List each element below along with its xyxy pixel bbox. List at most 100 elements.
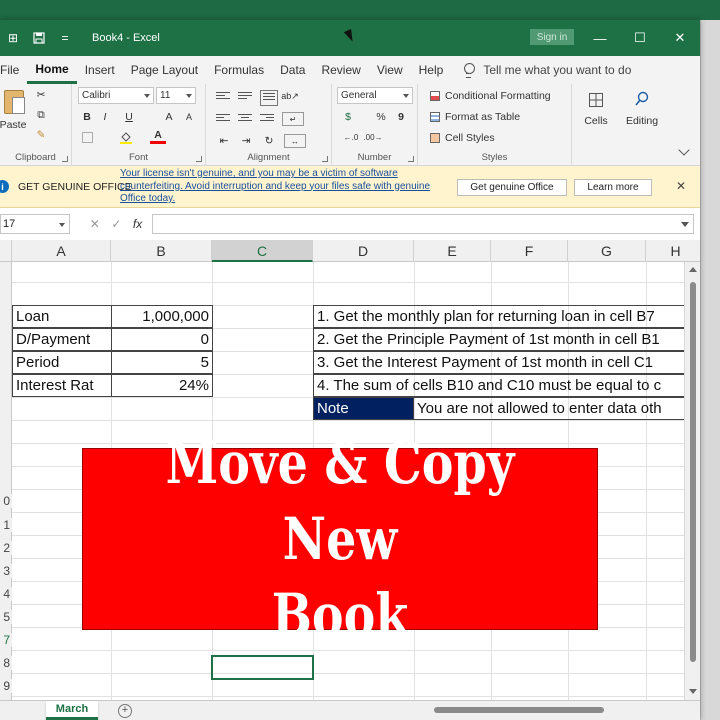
grow-font-button[interactable]: A — [162, 110, 176, 124]
tab-formulas[interactable]: Formulas — [206, 56, 272, 84]
column-header-b[interactable]: B — [111, 240, 212, 262]
minimize-button[interactable]: — — [580, 20, 620, 56]
tab-review[interactable]: Review — [313, 56, 368, 84]
tab-help[interactable]: Help — [411, 56, 452, 84]
currency-button[interactable]: $ — [340, 110, 356, 124]
paste-icon[interactable] — [4, 90, 25, 114]
editing-group[interactable]: Editing — [620, 84, 664, 166]
fill-color-icon[interactable] — [118, 130, 134, 144]
decrease-indent-icon[interactable]: ⇤ — [216, 134, 232, 148]
comma-button[interactable]: 9 — [394, 110, 408, 124]
cut-icon[interactable]: ✂ — [34, 88, 48, 102]
tab-page-layout[interactable]: Page Layout — [123, 56, 206, 84]
cell-b-period-value[interactable]: 5 — [111, 351, 213, 374]
cell-b-loan-value[interactable]: 1,000,000 — [111, 305, 213, 328]
column-header-h[interactable]: H — [646, 240, 700, 262]
formula-input[interactable] — [152, 214, 694, 234]
increase-decimal-icon[interactable]: ←.0 — [342, 130, 360, 144]
borders-icon[interactable] — [80, 130, 94, 144]
format-painter-icon[interactable]: ✎ — [34, 128, 48, 142]
conditional-formatting-button[interactable]: Conditional Formatting — [430, 89, 551, 103]
active-cell-c17[interactable] — [211, 655, 314, 680]
cell-a-loan-label[interactable]: Loan — [12, 305, 112, 328]
row-number[interactable]: 0 — [0, 494, 12, 508]
worksheet-grid[interactable]: A B C D E F G H 0 1 2 3 4 5 7 8 9 Loan 1… — [0, 240, 700, 700]
sign-in-button[interactable]: Sign in — [530, 29, 574, 45]
italic-button[interactable]: I — [98, 110, 112, 124]
close-notification-icon[interactable]: ✕ — [676, 179, 686, 193]
move-copy-banner[interactable]: Move & Copy New Book — [82, 429, 598, 649]
row-number[interactable]: 1 — [0, 518, 12, 532]
align-left-icon[interactable] — [216, 114, 230, 124]
expand-formula-icon[interactable] — [681, 222, 689, 227]
autosave-icon[interactable]: ⊞ — [0, 20, 26, 56]
bold-button[interactable]: B — [80, 110, 94, 124]
paste-button[interactable]: Paste — [0, 118, 26, 132]
notification-message[interactable]: Your license isn't genuine, and you may … — [120, 168, 440, 206]
cell-a-interest-label[interactable]: Interest Rat — [12, 374, 112, 397]
align-center-icon[interactable] — [238, 114, 252, 124]
save-icon[interactable] — [26, 20, 52, 56]
column-header-d[interactable]: D — [313, 240, 414, 262]
cell-styles-button[interactable]: Cell Styles — [430, 131, 495, 145]
tab-insert[interactable]: Insert — [77, 56, 123, 84]
vertical-scroll-thumb[interactable] — [690, 282, 696, 662]
wrap-text-icon[interactable]: ↵ — [282, 112, 304, 126]
format-as-table-button[interactable]: Format as Table — [430, 110, 520, 124]
row-number[interactable]: 9 — [0, 679, 12, 693]
cell-a-dpayment-label[interactable]: D/Payment — [12, 328, 112, 351]
row-number[interactable]: 4 — [0, 587, 12, 601]
vertical-scrollbar[interactable] — [684, 262, 700, 702]
cell-b-dpayment-value[interactable]: 0 — [111, 328, 213, 351]
tab-file[interactable]: File — [0, 56, 27, 84]
row-number[interactable]: 8 — [0, 656, 12, 670]
enter-icon[interactable]: ✓ — [111, 217, 121, 231]
column-header-e[interactable]: E — [414, 240, 491, 262]
column-header-a[interactable]: A — [12, 240, 111, 262]
decrease-decimal-icon[interactable]: .00→ — [363, 130, 382, 144]
instruction-2[interactable]: 2. Get the Principle Payment of 1st mont… — [313, 328, 685, 351]
insert-function-icon[interactable]: fx — [133, 217, 142, 231]
instruction-4[interactable]: 4. The sum of cells B10 and C10 must be … — [313, 374, 685, 397]
tab-home[interactable]: Home — [27, 56, 77, 84]
top-align-icon[interactable] — [216, 92, 230, 102]
close-button[interactable]: ✕ — [660, 20, 700, 56]
select-all-corner[interactable] — [0, 240, 12, 262]
tab-data[interactable]: Data — [272, 56, 313, 84]
column-header-g[interactable]: G — [568, 240, 646, 262]
note-label-cell[interactable]: Note — [313, 397, 414, 420]
orientation-icon[interactable]: ab↗ — [281, 88, 299, 104]
collapse-ribbon-icon[interactable] — [678, 144, 690, 156]
font-color-button[interactable]: A — [150, 128, 166, 144]
row-number[interactable]: 5 — [0, 610, 12, 624]
cancel-icon[interactable]: ✕ — [90, 217, 100, 231]
middle-align-icon[interactable] — [238, 92, 252, 102]
note-text-cell[interactable]: You are not allowed to enter data oth — [413, 397, 685, 420]
merge-center-icon[interactable]: ↔ — [284, 134, 306, 148]
number-format-combo[interactable]: General — [337, 87, 413, 104]
sheet-tab-march[interactable]: March — [46, 701, 98, 720]
increase-indent-icon[interactable]: ⇥ — [238, 134, 254, 148]
row-number[interactable]: 2 — [0, 541, 12, 555]
column-header-c[interactable]: C — [212, 240, 313, 262]
font-size-combo[interactable]: 11 — [156, 87, 196, 104]
customize-toolbar-icon[interactable]: = — [52, 20, 78, 56]
maximize-button[interactable]: ☐ — [620, 20, 660, 56]
bottom-align-icon[interactable] — [260, 90, 278, 106]
orientation-dropdown-icon[interactable]: ↻ — [260, 134, 278, 148]
instruction-1[interactable]: 1. Get the monthly plan for returning lo… — [313, 305, 685, 328]
alignment-launcher-icon[interactable] — [322, 156, 328, 162]
column-header-f[interactable]: F — [491, 240, 568, 262]
horizontal-scroll-thumb[interactable] — [434, 707, 604, 713]
learn-more-button[interactable]: Learn more — [574, 179, 652, 196]
name-box[interactable]: 17 — [0, 214, 70, 234]
font-launcher-icon[interactable] — [196, 156, 202, 162]
copy-icon[interactable]: ⧉ — [34, 108, 48, 122]
get-genuine-office-button[interactable]: Get genuine Office — [457, 179, 567, 196]
horizontal-scrollbar[interactable] — [420, 706, 680, 714]
shrink-font-button[interactable]: A — [182, 110, 196, 124]
font-name-combo[interactable]: Calibri — [78, 87, 154, 104]
percent-button[interactable]: % — [374, 110, 388, 124]
scroll-up-icon[interactable] — [689, 267, 697, 272]
scroll-down-icon[interactable] — [689, 689, 697, 694]
